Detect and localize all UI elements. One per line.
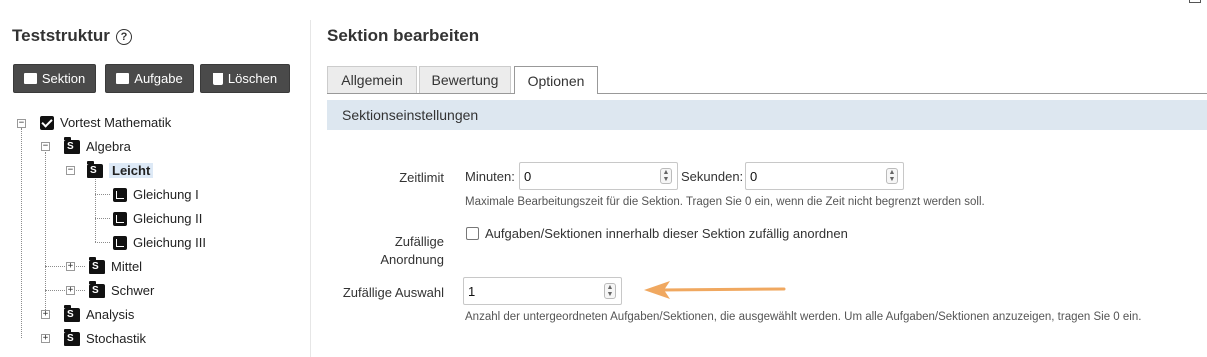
seconds-value: 0	[750, 168, 758, 184]
tree-node-gleichung-3[interactable]: Gleichung III	[113, 235, 206, 250]
tree-line	[95, 176, 96, 242]
tree-node-label: Gleichung II	[133, 211, 203, 226]
collapse-toggle[interactable]: −	[17, 119, 26, 128]
expand-toggle[interactable]: +	[66, 262, 75, 271]
tree-node-algebra[interactable]: Algebra	[64, 136, 131, 154]
tree-node-label: Leicht	[109, 163, 154, 178]
tree-line	[95, 242, 110, 243]
expand-toggle[interactable]: +	[41, 334, 50, 343]
tree-node-label: Stochastik	[86, 331, 146, 346]
folder-icon	[89, 280, 105, 298]
tree-node-schwer[interactable]: Schwer	[89, 280, 155, 298]
tree-node-label: Schwer	[111, 283, 155, 298]
task-icon	[113, 187, 127, 202]
add-task-label: Aufgabe	[134, 71, 183, 86]
tree-line	[45, 266, 85, 267]
tree-line	[45, 290, 85, 291]
add-task-button[interactable]: Aufgabe	[105, 64, 194, 93]
timelimit-label: Zeitlimit	[399, 170, 444, 185]
tab-underline	[327, 93, 1207, 94]
panel-title: Teststruktur?	[12, 26, 132, 46]
tab-optionen[interactable]: Optionen	[514, 66, 598, 94]
arrow-annotation	[644, 281, 786, 299]
panel-title-text: Teststruktur	[12, 26, 110, 45]
minutes-stepper[interactable]: ▲ ▼	[660, 168, 672, 184]
tab-bewertung[interactable]: Bewertung	[419, 66, 511, 93]
tree-node-root[interactable]: Vortest Mathematik	[40, 115, 171, 130]
random-selection-input[interactable]: 1 ▲ ▼	[463, 277, 622, 305]
tree-node-stochastik[interactable]: Stochastik	[64, 328, 146, 346]
tree-node-label: Gleichung I	[133, 187, 199, 202]
section-header: Sektionseinstellungen	[327, 100, 1207, 130]
tree-node-label: Analysis	[86, 307, 135, 322]
tree-node-gleichung-1[interactable]: Gleichung I	[113, 187, 199, 202]
help-icon[interactable]: ?	[115, 29, 132, 45]
task-icon	[113, 211, 127, 226]
tree-line	[45, 152, 46, 266]
tree-node-label: Vortest Mathematik	[60, 115, 172, 130]
tab-label: Allgemein	[341, 72, 403, 88]
random-selection-help: Anzahl der untergeordneten Aufgaben/Sekt…	[465, 311, 1142, 323]
folder-icon	[87, 160, 103, 178]
tab-label: Bewertung	[431, 72, 499, 88]
random-selection-value: 1	[468, 283, 476, 299]
tab-label: Optionen	[527, 72, 585, 89]
trash-icon	[212, 72, 223, 85]
random-selection-stepper[interactable]: ▲ ▼	[604, 283, 616, 299]
page-title: Sektion bearbeiten	[327, 26, 480, 45]
tree-line	[21, 128, 22, 338]
random-order-checkbox-label[interactable]: Aufgaben/Sektionen innerhalb dieser Sekt…	[485, 226, 848, 241]
minutes-value: 0	[524, 168, 532, 184]
timelimit-help: Maximale Bearbeitungszeit für die Sektio…	[465, 196, 985, 208]
tree-node-mittel[interactable]: Mittel	[89, 256, 143, 274]
arrow-shaft	[658, 287, 786, 292]
folder-icon	[64, 136, 80, 154]
task-icon	[113, 235, 127, 250]
folder-icon	[89, 256, 105, 274]
tree-node-analysis[interactable]: Analysis	[64, 304, 135, 322]
seconds-stepper[interactable]: ▲ ▼	[886, 168, 898, 184]
tab-allgemein[interactable]: Allgemein	[327, 66, 417, 93]
section-icon	[23, 73, 37, 84]
folder-icon	[64, 304, 80, 322]
add-section-label: Sektion	[41, 71, 86, 86]
tree-line	[95, 194, 110, 195]
folder-icon	[64, 328, 80, 346]
minutes-input[interactable]: 0 ▲ ▼	[519, 162, 678, 190]
collapse-toggle[interactable]: −	[41, 142, 50, 151]
minutes-label: Minuten:	[465, 169, 515, 184]
delete-label: Löschen	[227, 71, 278, 86]
tree-node-label: Algebra	[86, 139, 131, 154]
random-order-label: Zufällige Anordnung	[340, 233, 444, 269]
seconds-input[interactable]: 0 ▲ ▼	[745, 162, 904, 190]
structure-panel: Teststruktur? Sektion Aufgabe Löschen − …	[0, 0, 310, 357]
random-order-label-line2: Anordnung	[380, 252, 444, 267]
seconds-label: Sekunden:	[681, 169, 744, 184]
task-icon	[116, 73, 130, 84]
checkbox-icon	[40, 115, 54, 130]
panel-divider	[310, 20, 311, 357]
delete-button[interactable]: Löschen	[200, 64, 290, 93]
random-order-label-line1: Zufällige	[394, 234, 444, 249]
tree-node-leicht[interactable]: Leicht	[87, 160, 154, 178]
tree-node-label: Gleichung III	[133, 235, 206, 250]
tree-line	[95, 218, 110, 219]
random-order-checkbox[interactable]	[466, 227, 479, 240]
expand-toggle[interactable]: +	[41, 310, 50, 319]
section-header-text: Sektionseinstellungen	[342, 107, 479, 123]
window-corner-icon[interactable]	[1189, 0, 1201, 3]
add-section-button[interactable]: Sektion	[13, 64, 96, 93]
expand-toggle[interactable]: +	[66, 286, 75, 295]
random-selection-label: Zufällige Auswahl	[342, 285, 444, 300]
collapse-toggle[interactable]: −	[66, 166, 75, 175]
tree-node-label: Mittel	[111, 259, 143, 274]
tree-node-gleichung-2[interactable]: Gleichung II	[113, 211, 202, 226]
